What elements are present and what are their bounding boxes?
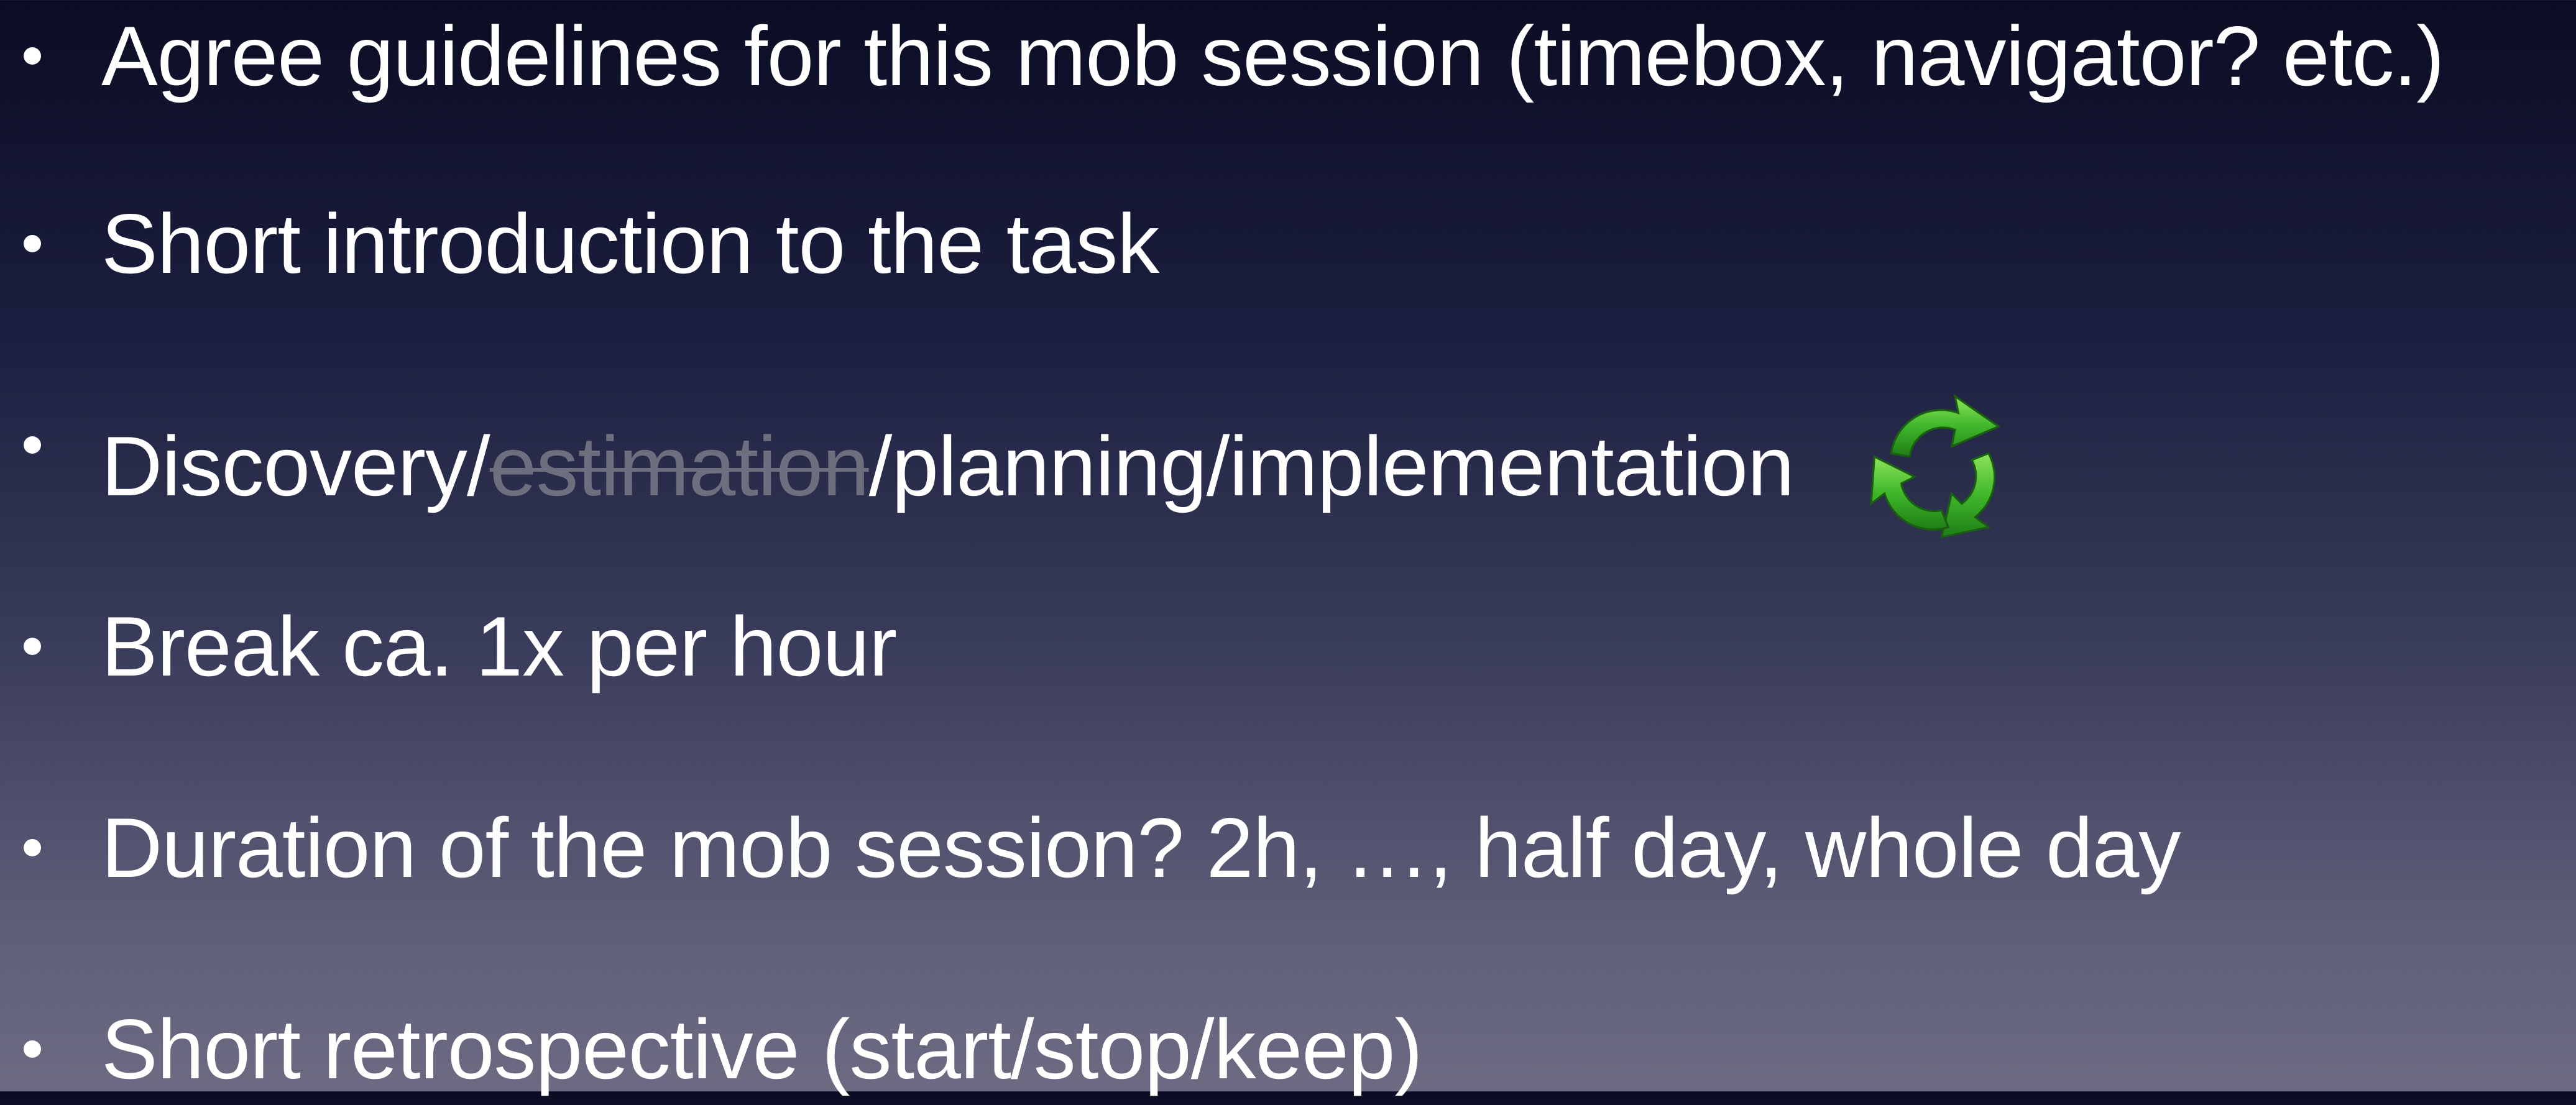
bullet-dot-icon [24, 1040, 41, 1058]
bullet-dot-icon [24, 47, 41, 65]
bullet-text: Agree guidelines for this mob session (t… [101, 9, 2445, 103]
bullet-text: Break ca. 1x per hour [101, 599, 897, 694]
struck-estimation: estimation [489, 418, 870, 513]
bullet-dot-icon [24, 839, 41, 856]
discovery-prefix: Discovery/ [101, 418, 490, 513]
bullet-text: Short retrospective (start/stop/keep) [101, 1002, 1423, 1096]
bullet-text: Duration of the mob session? 2h, …, half… [101, 800, 2181, 895]
discovery-suffix: /planning/implementation [868, 418, 1795, 513]
bullet-list: Agree guidelines for this mob session (t… [0, 0, 2576, 1096]
bullet-dot-icon [24, 436, 41, 454]
bullet-dot-icon [24, 235, 41, 252]
bullet-text: Short introduction to the task [101, 196, 1159, 291]
cycle-arrows-icon [1854, 383, 2022, 551]
bullet-text: Discovery/estimation/planning/implementa… [101, 389, 2022, 539]
bullet-dot-icon [24, 638, 41, 655]
slide: Agree guidelines for this mob session (t… [0, 0, 2576, 1096]
